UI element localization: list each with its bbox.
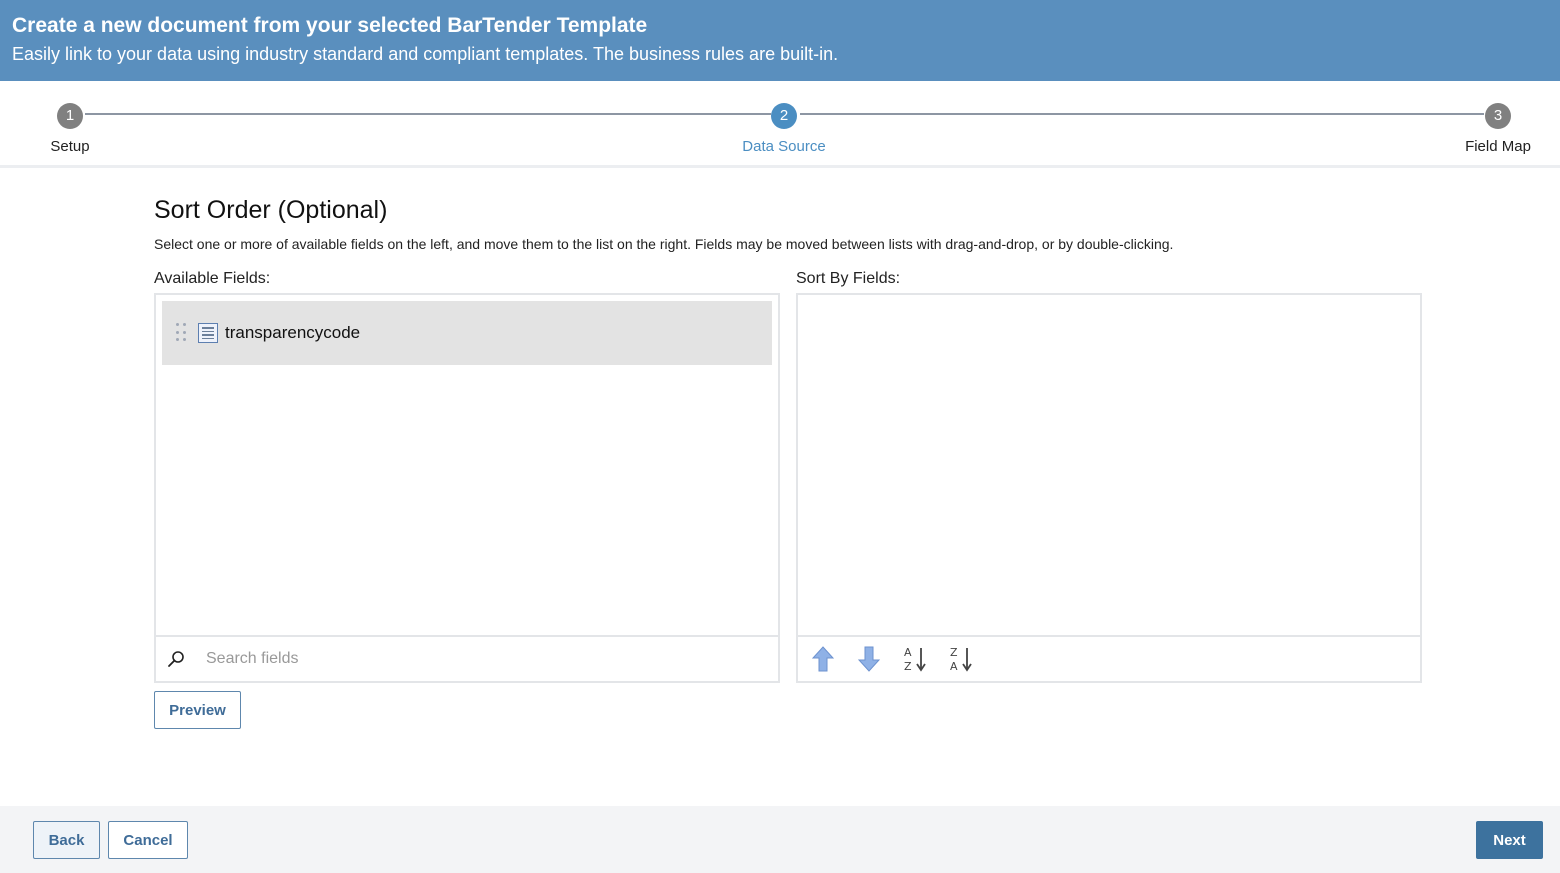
list-item[interactable]: transparencycode bbox=[162, 301, 772, 365]
move-up-icon bbox=[812, 646, 834, 672]
svg-text:A: A bbox=[904, 646, 912, 659]
move-up-button[interactable] bbox=[800, 637, 846, 681]
page-header: Create a new document from your selected… bbox=[0, 0, 1560, 81]
step-label: Setup bbox=[50, 138, 90, 155]
available-fields-label: Available Fields: bbox=[154, 270, 271, 287]
svg-text:A: A bbox=[950, 660, 958, 673]
section-title: Sort Order (Optional) bbox=[154, 196, 388, 224]
step-number: 2 bbox=[771, 103, 797, 129]
page-subtitle: Easily link to your data using industry … bbox=[12, 44, 839, 64]
preview-button[interactable]: Preview bbox=[154, 691, 241, 729]
page-title: Create a new document from your selected… bbox=[12, 14, 648, 37]
available-fields-list[interactable]: transparencycode bbox=[156, 295, 778, 635]
cancel-button[interactable]: Cancel bbox=[108, 821, 188, 859]
step-field-map[interactable]: 3 Field Map bbox=[1428, 103, 1560, 155]
available-fields-panel: transparencycode bbox=[154, 293, 780, 683]
step-setup[interactable]: 1 Setup bbox=[0, 103, 140, 155]
back-button[interactable]: Back bbox=[33, 821, 100, 859]
drag-handle-icon[interactable] bbox=[176, 323, 190, 343]
sort-toolbar: A Z Z A bbox=[798, 635, 1420, 681]
footer-bar: Back Cancel Next bbox=[0, 806, 1560, 873]
step-connector bbox=[800, 113, 1484, 115]
svg-text:Z: Z bbox=[950, 646, 958, 659]
search-icon bbox=[156, 650, 196, 668]
sort-ascending-icon: A Z bbox=[904, 646, 926, 673]
svg-text:Z: Z bbox=[904, 660, 912, 673]
sort-ascending-button[interactable]: A Z bbox=[892, 637, 938, 681]
next-button[interactable]: Next bbox=[1476, 821, 1543, 859]
sort-order-section: Sort Order (Optional) Select one or more… bbox=[154, 196, 1424, 729]
field-icon bbox=[198, 323, 218, 343]
section-description: Select one or more of available fields o… bbox=[154, 236, 1174, 252]
sort-by-fields-label: Sort By Fields: bbox=[796, 270, 901, 287]
step-connector bbox=[85, 113, 771, 115]
wizard-stepper: 1 Setup 2 Data Source 3 Field Map bbox=[0, 81, 1560, 168]
step-label: Data Source bbox=[742, 138, 826, 155]
sort-descending-button[interactable]: Z A bbox=[938, 637, 984, 681]
step-number: 3 bbox=[1485, 103, 1511, 129]
step-label: Field Map bbox=[1465, 138, 1531, 155]
move-down-icon bbox=[858, 646, 880, 672]
step-data-source[interactable]: 2 Data Source bbox=[714, 103, 854, 155]
move-down-button[interactable] bbox=[846, 637, 892, 681]
field-name: transparencycode bbox=[225, 323, 361, 342]
sort-by-fields-panel: A Z Z A bbox=[796, 293, 1422, 683]
search-input[interactable] bbox=[206, 650, 746, 668]
field-lists: Available Fields: Sort By Fields: transp… bbox=[154, 270, 1424, 690]
search-bar bbox=[156, 635, 778, 681]
sort-by-fields-list[interactable] bbox=[798, 295, 1420, 635]
step-number: 1 bbox=[57, 103, 83, 129]
sort-descending-icon: Z A bbox=[950, 646, 972, 673]
